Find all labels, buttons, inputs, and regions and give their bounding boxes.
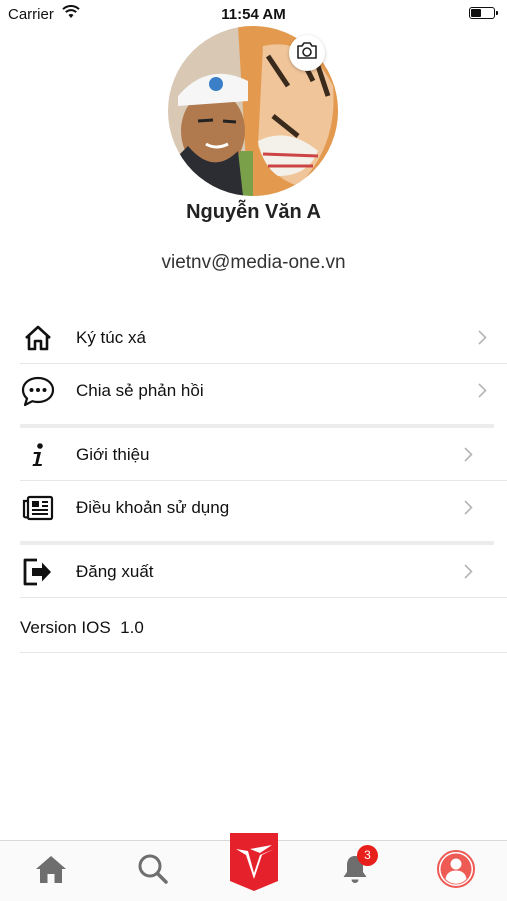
change-photo-button[interactable] (289, 35, 325, 71)
menu-item-logout[interactable]: Đăng xuất (20, 545, 507, 598)
menu-label: Đăng xuất (76, 562, 154, 581)
chevron-right-icon (478, 330, 487, 350)
menu-item-about[interactable]: Giới thiệu (20, 428, 507, 481)
menu-item-dormitory[interactable]: Ký túc xá (20, 311, 507, 364)
chevron-right-icon (464, 447, 473, 467)
info-icon (20, 428, 56, 481)
menu-item-feedback[interactable]: Chia sẻ phản hồi (20, 364, 507, 417)
menu-label: Chia sẻ phản hồi (76, 381, 204, 400)
notification-badge: 3 (357, 845, 378, 866)
menu-label: Giới thiệu (76, 445, 150, 464)
tab-search[interactable] (128, 841, 178, 901)
profile-name: Nguyễn Văn A (186, 201, 321, 223)
chevron-right-icon (464, 564, 473, 584)
search-icon (137, 853, 169, 890)
version-label: Version IOS 1.0 (20, 618, 144, 637)
profile-icon (436, 849, 476, 894)
home-icon (35, 854, 67, 889)
tab-profile[interactable] (430, 841, 482, 901)
logout-icon (20, 545, 56, 598)
tab-bar (0, 832, 507, 901)
camera-icon (296, 41, 318, 65)
newspaper-icon (20, 481, 56, 534)
menu-label: Điều khoản sử dụng (76, 498, 230, 517)
tab-home[interactable] (26, 841, 76, 901)
status-bar: Carrier 11:54 AM (0, 0, 507, 28)
chevron-right-icon (478, 383, 487, 403)
profile-email: vietnv@media-one.vn (161, 252, 346, 273)
menu-label: Ký túc xá (76, 328, 146, 347)
menu-item-terms[interactable]: Điều khoản sử dụng (20, 481, 507, 534)
chevron-right-icon (464, 500, 473, 520)
tab-brand[interactable] (228, 831, 280, 898)
chat-bubble-icon (20, 364, 56, 417)
clock: 11:54 AM (221, 6, 286, 23)
home-outline-icon (20, 311, 56, 364)
brand-logo-icon (228, 831, 280, 898)
battery-icon (469, 7, 498, 19)
